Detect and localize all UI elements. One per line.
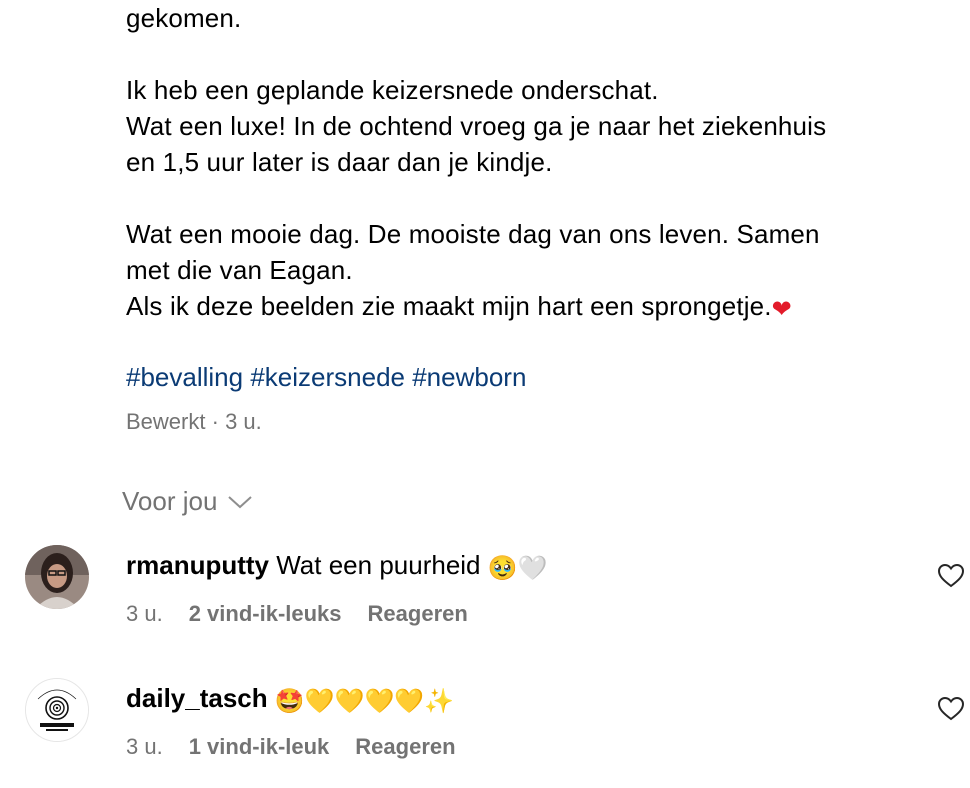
comment-text: Wat een puurheid (276, 550, 481, 580)
avatar[interactable] (25, 545, 89, 609)
caption-line-with-emoji: Als ik deze beelden zie maakt mijn hart … (126, 288, 926, 325)
hashtag-link[interactable]: #bevalling (126, 362, 243, 392)
reply-button[interactable]: Reageren (355, 732, 455, 762)
logo-avatar (26, 679, 88, 741)
chevron-down-icon (228, 496, 253, 509)
meta-separator: · (211, 409, 219, 434)
comments-filter-dropdown[interactable]: Voor jou (122, 484, 253, 518)
hashtag-list: #bevalling #keizersnede #newborn (126, 359, 526, 395)
caption-line: Wat een luxe! In de ochtend vroeg ga je … (126, 111, 827, 141)
post-timestamp[interactable]: 3 u. (225, 409, 262, 434)
avatar[interactable] (25, 678, 89, 742)
comments-filter-label: Voor jou (122, 486, 218, 516)
comment-username[interactable]: rmanuputty (126, 550, 269, 580)
comment-likes-count[interactable]: 2 vind-ik-leuks (189, 599, 342, 629)
comment-actions: 3 u. 1 vind-ik-leuk Reageren (126, 732, 456, 762)
caption-line: Wat een mooie dag. De mooiste dag van on… (126, 219, 820, 249)
comment-username[interactable]: daily_tasch (126, 683, 268, 713)
post-meta: Bewerkt · 3 u. (126, 407, 262, 437)
caption-line: Ik heb een geplande keizersnede ondersch… (126, 75, 659, 105)
hashtag-link[interactable]: #newborn (412, 362, 526, 392)
like-comment-button[interactable] (937, 696, 965, 722)
comment-timestamp[interactable]: 3 u. (126, 732, 163, 762)
comment-actions: 3 u. 2 vind-ik-leuks Reageren (126, 599, 468, 629)
like-comment-button[interactable] (937, 563, 965, 589)
heart-outline-icon (937, 563, 965, 588)
comment-item: rmanuputty Wat een puurheid 🥹🤍 3 u. 2 vi… (0, 545, 970, 655)
edited-label: Bewerkt (126, 409, 206, 434)
comment-emojis: 🤩💛💛💛💛✨ (274, 688, 455, 715)
caption-line: met die van Eagan. (126, 255, 353, 285)
comment-likes-count[interactable]: 1 vind-ik-leuk (189, 732, 330, 762)
comment-text-line: rmanuputty Wat een puurheid 🥹🤍 (126, 548, 548, 584)
comment-item: daily_tasch 🤩💛💛💛💛✨ 3 u. 1 vind-ik-leuk R… (0, 678, 970, 788)
caption-line: gekomen. (126, 3, 242, 33)
caption-line: en 1,5 uur later is daar dan je kindje. (126, 147, 553, 177)
comment-timestamp[interactable]: 3 u. (126, 599, 163, 629)
heart-outline-icon (937, 696, 965, 721)
red-heart-emoji: ❤ (771, 296, 792, 323)
comment-emojis: 🥹🤍 (487, 555, 548, 582)
reply-button[interactable]: Reageren (368, 599, 468, 629)
profile-photo-avatar (25, 545, 89, 609)
hashtag-link[interactable]: #keizersnede (250, 362, 405, 392)
comment-text-line: daily_tasch 🤩💛💛💛💛✨ (126, 681, 454, 717)
post-caption: gekomen. Ik heb een geplande keizersnede… (126, 0, 926, 325)
caption-line: Als ik deze beelden zie maakt mijn hart … (126, 291, 772, 321)
